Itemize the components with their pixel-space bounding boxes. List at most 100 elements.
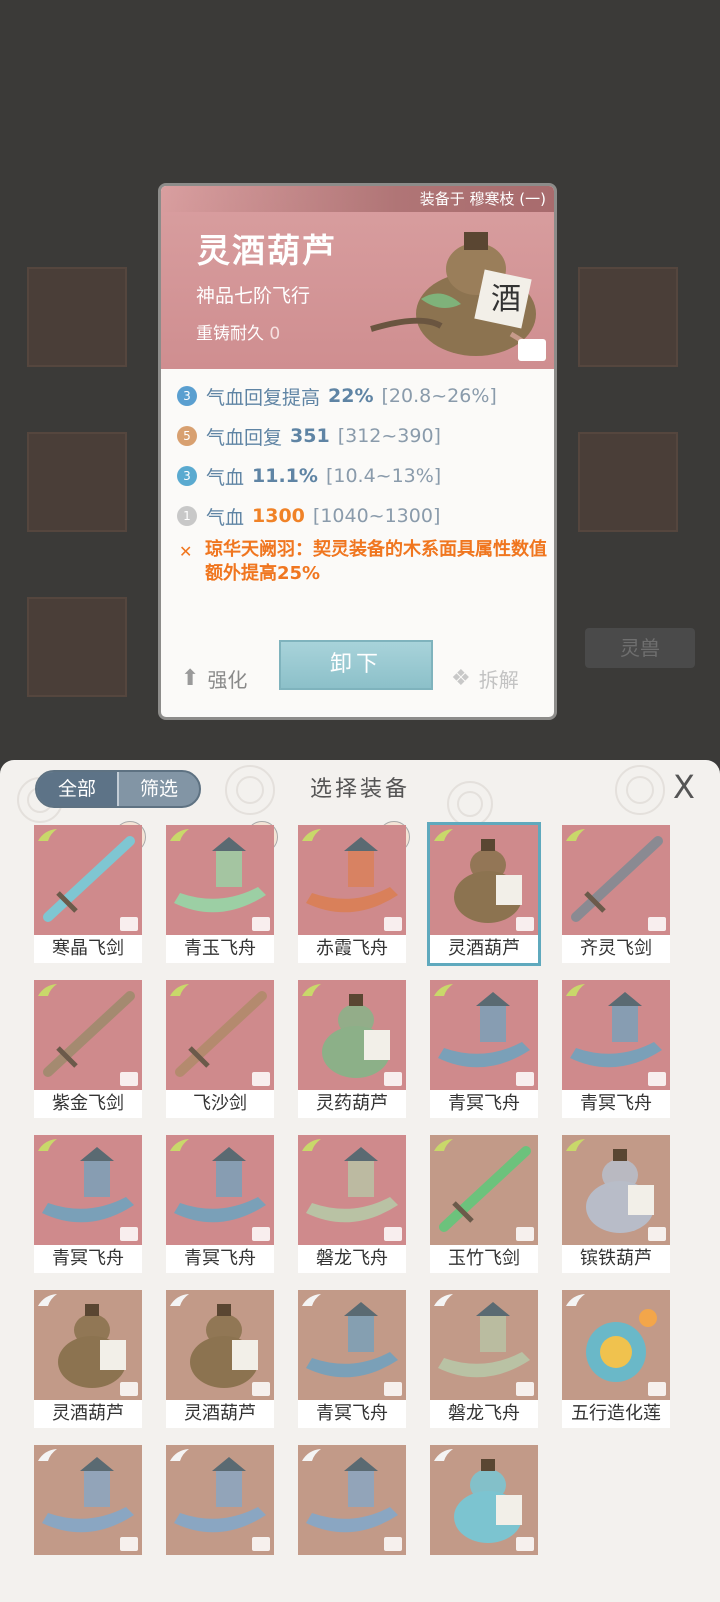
equipment-item[interactable]: 五行造化莲 bbox=[562, 1290, 670, 1428]
sub-slot-icon bbox=[384, 1227, 402, 1241]
rarity-wing-icon bbox=[432, 982, 454, 996]
equipment-item[interactable] bbox=[430, 1445, 538, 1583]
sub-slot-icon bbox=[120, 917, 138, 931]
sub-slot-icon bbox=[516, 917, 534, 931]
equipment-thumbnail bbox=[34, 825, 142, 935]
rarity-wing-icon bbox=[564, 1137, 586, 1151]
rarity-wing-icon bbox=[36, 982, 58, 996]
equipment-item[interactable]: 灵酒葫芦 bbox=[34, 1290, 142, 1428]
sub-slot-icon bbox=[120, 1537, 138, 1551]
close-button[interactable]: X bbox=[668, 771, 700, 803]
stat-range: [1040~1300] bbox=[312, 505, 441, 527]
equipped-by-label: 装备于 穆寒枝 (一) bbox=[161, 186, 554, 212]
equipment-item[interactable]: 飞沙剑 bbox=[166, 980, 274, 1118]
equipment-item[interactable]: 磐龙飞舟 bbox=[430, 1290, 538, 1428]
equipment-name: 青玉飞舟 bbox=[166, 935, 274, 963]
equipment-item[interactable]: 寒晶飞剑 bbox=[34, 821, 146, 963]
rarity-wing-icon bbox=[36, 1447, 58, 1461]
stat-label: 气血 bbox=[206, 466, 245, 489]
equipment-item[interactable]: 青冥飞舟 bbox=[562, 980, 670, 1118]
equipment-thumbnail bbox=[562, 1290, 670, 1400]
equipment-item[interactable]: 青玉飞舟 bbox=[166, 821, 278, 963]
bg-spirit-beast-tag: 灵兽 bbox=[585, 628, 695, 668]
equipment-item[interactable]: 青冥飞舟 bbox=[298, 1290, 406, 1428]
equipment-name: 磐龙飞舟 bbox=[430, 1400, 538, 1428]
bg-equip-slot bbox=[578, 432, 678, 532]
equipment-name: 青冥飞舟 bbox=[34, 1245, 142, 1273]
equipment-item[interactable]: 青冥飞舟 bbox=[430, 980, 538, 1118]
dismantle-icon: ❖ bbox=[451, 666, 471, 691]
bg-equip-slot bbox=[578, 267, 678, 367]
equipment-item[interactable]: 青冥飞舟 bbox=[166, 1135, 274, 1273]
stats-list: 3 气血回复提高 22% [20.8~26%] 5 气血回复 351 [312~… bbox=[177, 376, 547, 536]
stat-row: 3 气血回复提高 22% [20.8~26%] bbox=[177, 376, 547, 416]
dismantle-label: 拆解 bbox=[478, 668, 519, 692]
equipment-item[interactable] bbox=[34, 1445, 142, 1583]
special-effect-text: 琼华天阙羽：契灵装备的木系面具属性数值额外提高25% bbox=[205, 539, 547, 584]
stat-row: 1 气血 1300 [1040~1300] bbox=[177, 496, 547, 536]
sub-slot-icon bbox=[252, 1072, 270, 1086]
equipment-thumbnail bbox=[34, 1445, 142, 1555]
sub-slot-icon bbox=[518, 339, 546, 361]
stat-tier-badge: 1 bbox=[177, 506, 197, 526]
equipment-item[interactable]: 灵药葫芦 bbox=[298, 980, 406, 1118]
equipment-name: 灵药葫芦 bbox=[298, 1090, 406, 1118]
equipment-name: 灵酒葫芦 bbox=[166, 1400, 274, 1428]
rarity-wing-icon bbox=[432, 1292, 454, 1306]
sub-slot-icon bbox=[252, 1227, 270, 1241]
equipment-thumbnail bbox=[562, 1135, 670, 1245]
rarity-wing-icon bbox=[564, 1292, 586, 1306]
stat-value: 11.1% bbox=[252, 465, 318, 487]
sub-slot-icon bbox=[384, 917, 402, 931]
equipment-name: 灵酒葫芦 bbox=[34, 1400, 142, 1428]
equipment-name: 青冥飞舟 bbox=[430, 1090, 538, 1118]
rarity-wing-icon bbox=[432, 827, 454, 841]
equipment-item[interactable]: 玉竹飞剑 bbox=[430, 1135, 538, 1273]
equipment-name: 磐龙飞舟 bbox=[298, 1245, 406, 1273]
strengthen-button[interactable]: ⬆ 强化 bbox=[181, 664, 247, 693]
item-name: 灵酒葫芦 bbox=[197, 231, 337, 270]
sub-slot-icon bbox=[648, 1382, 666, 1396]
equipment-item[interactable]: 齐灵飞剑 bbox=[562, 825, 670, 963]
bg-equip-slot bbox=[27, 267, 127, 367]
rarity-wing-icon bbox=[564, 827, 586, 841]
sub-slot-icon bbox=[648, 1072, 666, 1086]
equipment-item[interactable]: 镔铁葫芦 bbox=[562, 1135, 670, 1273]
equipment-item[interactable]: 青冥飞舟 bbox=[34, 1135, 142, 1273]
stat-value: 1300 bbox=[252, 505, 305, 527]
sub-slot-icon bbox=[384, 1072, 402, 1086]
sub-slot-icon bbox=[252, 1382, 270, 1396]
equipment-item[interactable] bbox=[298, 1445, 406, 1583]
equipment-item[interactable]: 赤霞飞舟 bbox=[298, 821, 410, 963]
sub-slot-icon bbox=[120, 1227, 138, 1241]
equipment-thumbnail bbox=[166, 1135, 274, 1245]
equipment-item[interactable]: 灵酒葫芦 bbox=[166, 1290, 274, 1428]
stat-range: [312~390] bbox=[337, 425, 441, 447]
stat-label: 气血回复 bbox=[206, 426, 283, 449]
equipment-thumbnail bbox=[34, 1290, 142, 1400]
tab-all[interactable]: 全部 bbox=[37, 772, 117, 806]
equipment-detail-card: 装备于 穆寒枝 (一) 灵酒葫芦 神品七阶飞行 重铸耐久 0 酒 3 气血回复提… bbox=[158, 183, 557, 720]
equipment-item[interactable] bbox=[166, 1445, 274, 1583]
stat-value: 351 bbox=[290, 425, 330, 447]
equipment-item[interactable]: 磐龙飞舟 bbox=[298, 1135, 406, 1273]
arrow-up-icon: ⬆ bbox=[181, 666, 200, 691]
rarity-wing-icon bbox=[168, 827, 190, 841]
tab-filter[interactable]: 筛选 bbox=[119, 772, 199, 806]
special-mark-icon: ✕ bbox=[179, 542, 193, 561]
rarity-wing-icon bbox=[300, 1292, 322, 1306]
equipment-thumbnail bbox=[166, 980, 274, 1090]
equipment-thumbnail bbox=[34, 980, 142, 1090]
dismantle-button[interactable]: ❖ 拆解 bbox=[451, 664, 519, 693]
unload-button[interactable]: 卸下 bbox=[279, 640, 433, 690]
stat-row: 5 气血回复 351 [312~390] bbox=[177, 416, 547, 456]
equipment-item[interactable]: 灵酒葫芦 ✔ bbox=[427, 822, 541, 966]
equipment-name: 玉竹飞剑 bbox=[430, 1245, 538, 1273]
equipment-thumbnail bbox=[166, 825, 274, 935]
equipment-name: 青冥飞舟 bbox=[562, 1090, 670, 1118]
item-durability: 重铸耐久 0 bbox=[196, 319, 280, 344]
equipment-item[interactable]: 紫金飞剑 bbox=[34, 980, 142, 1118]
rarity-wing-icon bbox=[168, 1137, 190, 1151]
stat-tier-badge: 3 bbox=[177, 466, 197, 486]
equipment-thumbnail bbox=[430, 825, 538, 935]
